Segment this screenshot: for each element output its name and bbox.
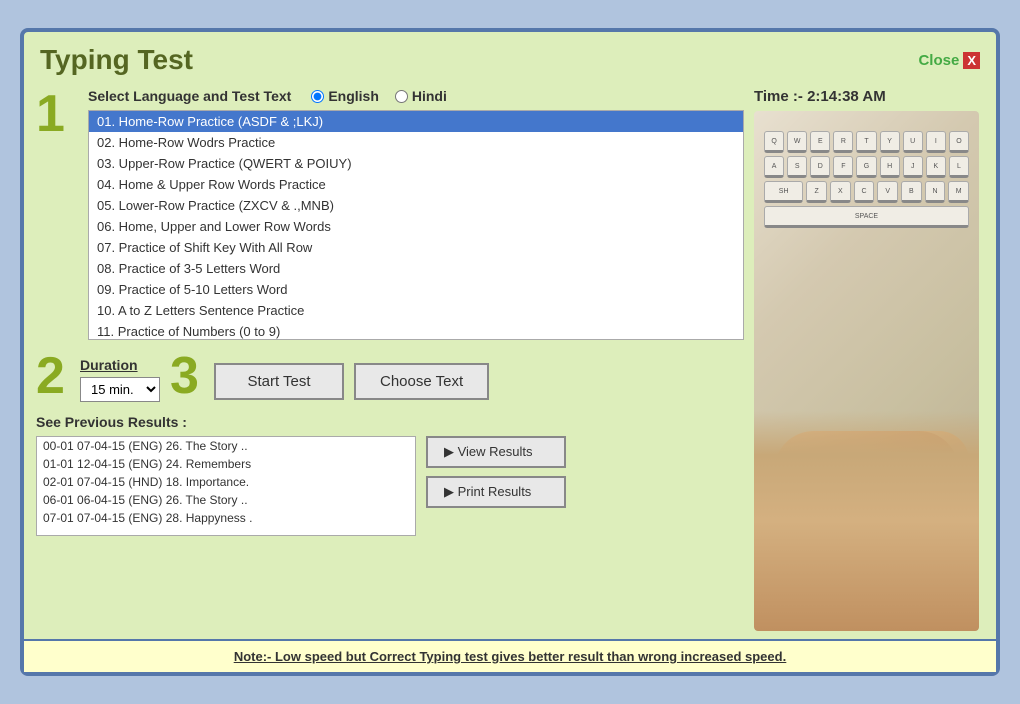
test-list-item[interactable]: 04. Home & Upper Row Words Practice (89, 174, 743, 195)
section-2-content: Duration 5 min. 10 min. 15 min. 20 min. … (80, 357, 160, 402)
test-list-item[interactable]: 07. Practice of Shift Key With All Row (89, 237, 743, 258)
key-x: X (830, 181, 851, 203)
section-1-content: Select Language and Test Text English Hi… (88, 88, 744, 340)
test-list-item[interactable]: 08. Practice of 3-5 Letters Word (89, 258, 743, 279)
note-text: Note:- Low speed but Correct Typing test… (234, 649, 786, 664)
key-b: B (901, 181, 922, 203)
keyboard-visual: Q W E R T Y U I O A S (754, 111, 979, 631)
result-item[interactable]: 01-01 12-04-15 (ENG) 24. Remembers (37, 455, 415, 473)
english-label: English (328, 88, 379, 104)
key-c: C (854, 181, 875, 203)
previous-results-row: 00-01 07-04-15 (ENG) 26. The Story ..01-… (36, 436, 744, 536)
key-f: F (833, 156, 853, 178)
key-t: T (856, 131, 876, 153)
key-j: J (903, 156, 923, 178)
test-list-item[interactable]: 11. Practice of Numbers (0 to 9) (89, 321, 743, 340)
key-g: G (856, 156, 876, 178)
section-3-number: 3 (170, 350, 214, 402)
hindi-radio-label[interactable]: Hindi (395, 88, 447, 104)
key-s: S (787, 156, 807, 178)
results-list[interactable]: 00-01 07-04-15 (ENG) 26. The Story ..01-… (36, 436, 416, 536)
test-list-item[interactable]: 01. Home-Row Practice (ASDF & ;LKJ) (89, 111, 743, 132)
section-1-header: Select Language and Test Text English Hi… (88, 88, 744, 104)
time-display: Time :- 2:14:38 AM (754, 88, 886, 105)
key-q: Q (764, 131, 784, 153)
key-shift: SH (764, 181, 803, 203)
language-radio-group: English Hindi (311, 88, 447, 104)
section-2-number: 2 (36, 350, 80, 402)
right-panel: Time :- 2:14:38 AM Q W E R T Y U I (754, 88, 984, 631)
result-item[interactable]: 07-01 07-04-15 (ENG) 28. Happyness . (37, 509, 415, 527)
key-o: O (949, 131, 969, 153)
test-list[interactable]: 01. Home-Row Practice (ASDF & ;LKJ)02. H… (88, 110, 744, 340)
key-a: A (764, 156, 784, 178)
window-title: Typing Test (40, 44, 193, 76)
hindi-radio[interactable] (395, 90, 408, 103)
section-3-content: Start Test Choose Text (214, 363, 489, 402)
key-d: D (810, 156, 830, 178)
key-n: N (925, 181, 946, 203)
hand-overlay (754, 411, 979, 631)
hindi-label: Hindi (412, 88, 447, 104)
test-list-item[interactable]: 05. Lower-Row Practice (ZXCV & .,MNB) (89, 195, 743, 216)
key-m: M (948, 181, 969, 203)
key-w: W (787, 131, 807, 153)
keyboard-image: Q W E R T Y U I O A S (754, 111, 979, 631)
previous-results-section: See Previous Results : 00-01 07-04-15 (E… (36, 414, 744, 536)
test-list-item[interactable]: 10. A to Z Letters Sentence Practice (89, 300, 743, 321)
test-list-item[interactable]: 03. Upper-Row Practice (QWERT & POIUY) (89, 153, 743, 174)
print-results-button[interactable]: ▶ Print Results (426, 476, 566, 508)
title-bar: Typing Test Close X (24, 32, 996, 80)
english-radio[interactable] (311, 90, 324, 103)
start-test-button[interactable]: Start Test (214, 363, 344, 400)
view-results-button[interactable]: ▶ View Results (426, 436, 566, 468)
key-z: Z (806, 181, 827, 203)
note-prefix: Note:- (234, 649, 275, 664)
note-bar: Note:- Low speed but Correct Typing test… (24, 639, 996, 672)
previous-results-label: See Previous Results : (36, 414, 744, 430)
result-item[interactable]: 00-01 07-04-15 (ENG) 26. The Story .. (37, 437, 415, 455)
results-buttons: ▶ View Results ▶ Print Results (426, 436, 566, 508)
section-1-number: 1 (36, 88, 80, 140)
choose-text-button[interactable]: Choose Text (354, 363, 489, 400)
key-u: U (903, 131, 923, 153)
close-icon[interactable]: X (963, 52, 980, 69)
close-button[interactable]: Close X (918, 52, 980, 69)
keyboard-keys: Q W E R T Y U I O A S (764, 131, 969, 431)
key-y: Y (880, 131, 900, 153)
key-k: K (926, 156, 946, 178)
left-panel: 1 Select Language and Test Text English … (36, 88, 744, 631)
main-content: 1 Select Language and Test Text English … (24, 80, 996, 639)
result-item[interactable]: 06-01 06-04-15 (ENG) 26. The Story .. (37, 491, 415, 509)
key-v: V (877, 181, 898, 203)
key-e: E (810, 131, 830, 153)
duration-select[interactable]: 5 min. 10 min. 15 min. 20 min. 30 min. (80, 377, 160, 402)
key-l: L (949, 156, 969, 178)
section-1: 1 Select Language and Test Text English … (36, 88, 744, 340)
test-list-item[interactable]: 06. Home, Upper and Lower Row Words (89, 216, 743, 237)
key-r: R (833, 131, 853, 153)
test-list-item[interactable]: 02. Home-Row Wodrs Practice (89, 132, 743, 153)
main-window: Typing Test Close X 1 Select Language an… (20, 28, 1000, 676)
key-space: SPACE (764, 206, 969, 228)
test-list-item[interactable]: 09. Practice of 5-10 Letters Word (89, 279, 743, 300)
close-label: Close (918, 52, 959, 69)
key-h: H (880, 156, 900, 178)
key-i: I (926, 131, 946, 153)
select-language-label: Select Language and Test Text (88, 88, 291, 104)
english-radio-label[interactable]: English (311, 88, 379, 104)
section-23-row: 2 Duration 5 min. 10 min. 15 min. 20 min… (36, 350, 744, 402)
duration-label: Duration (80, 357, 138, 373)
note-underlined: Low speed but Correct Typing test gives … (275, 649, 786, 664)
result-item[interactable]: 02-01 07-04-15 (HND) 18. Importance. (37, 473, 415, 491)
